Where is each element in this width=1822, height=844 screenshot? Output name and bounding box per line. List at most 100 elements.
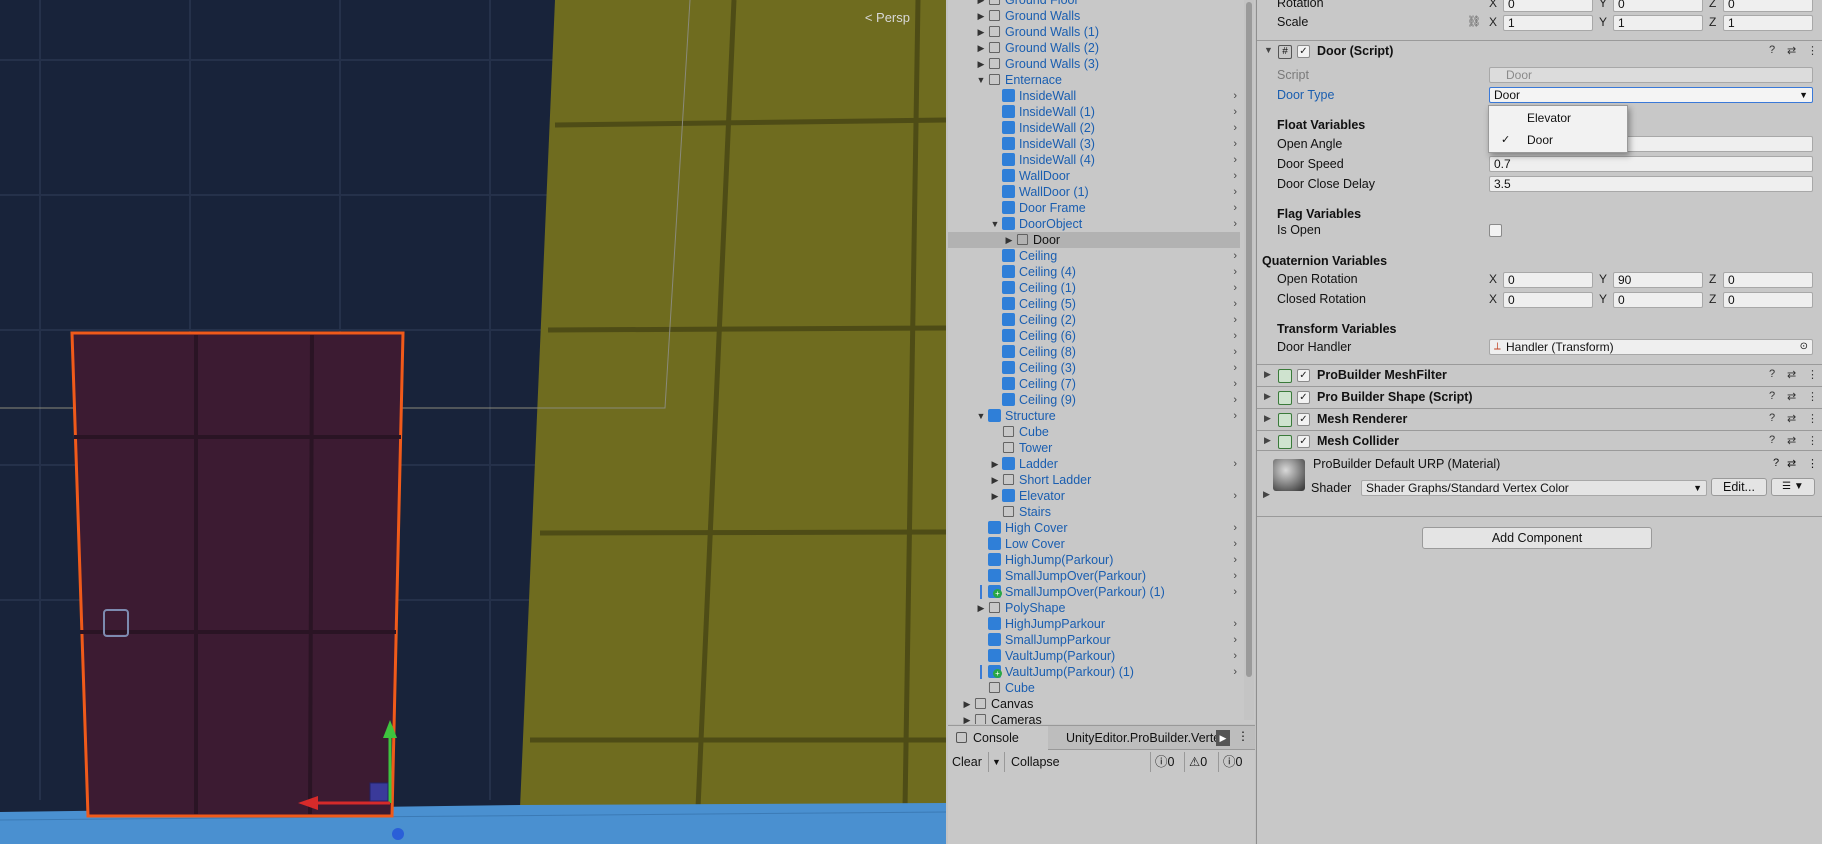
hierarchy-item[interactable]: ▶ Door — [948, 232, 1240, 248]
tab-probuilder-vertex[interactable]: UnityEditor.ProBuilder.Verte — [1058, 726, 1228, 750]
hierarchy-item[interactable]: ▶ Ladder › — [948, 456, 1240, 472]
component-enabled-checkbox[interactable]: ✓ — [1297, 435, 1310, 448]
foldout-expanded-icon[interactable]: ▼ — [976, 72, 986, 88]
hierarchy-item[interactable]: ▶ Ground Floor — [948, 0, 1240, 8]
collapse-button[interactable]: Collapse — [1004, 752, 1060, 772]
clear-button[interactable]: Clear — [952, 752, 982, 772]
hierarchy-item[interactable]: Tower — [948, 440, 1240, 456]
presets-icon[interactable]: ⇄ — [1787, 434, 1796, 447]
open-prefab-chevron-icon[interactable]: › — [1233, 168, 1237, 184]
hierarchy-item[interactable]: ▶ Short Ladder — [948, 472, 1240, 488]
hierarchy-item[interactable]: + SmallJumpOver(Parkour) (1) › — [948, 584, 1240, 600]
door-script-header[interactable]: ▼ # ✓ Door (Script) ? ⇄ ⋮ — [1257, 40, 1822, 62]
warning-count-badge[interactable]: ⚠0 — [1184, 752, 1207, 772]
foldout-collapsed-icon[interactable]: ▶ — [976, 56, 986, 72]
component-menu-icon[interactable]: ⋮ — [1807, 390, 1818, 403]
expand-triangle-icon[interactable]: ▼ — [1264, 45, 1273, 55]
hierarchy-item[interactable]: ▶ Cameras — [948, 712, 1240, 724]
is-open-checkbox[interactable] — [1489, 224, 1502, 237]
hierarchy-item[interactable]: Ceiling (5) › — [948, 296, 1240, 312]
constrain-proportions-icon[interactable]: ⛓ — [1467, 15, 1481, 28]
hierarchy-item[interactable]: Ceiling › — [948, 248, 1240, 264]
hierarchy-item[interactable]: ▶ Ground Walls (1) — [948, 24, 1240, 40]
component-menu-icon[interactable]: ⋮ — [1807, 434, 1818, 447]
hierarchy-item[interactable]: ▼ Enternace — [948, 72, 1240, 88]
error-count-badge[interactable]: ⓘ0 — [1218, 752, 1242, 772]
hierarchy-item[interactable]: InsideWall (1) › — [948, 104, 1240, 120]
shader-options-button[interactable]: ☰ ▼ — [1771, 478, 1815, 496]
component-header[interactable]: ▶ ✓ Pro Builder Shape (Script)? ⇄ ⋮ — [1257, 386, 1822, 408]
hierarchy-item[interactable]: ▼ DoorObject › — [948, 216, 1240, 232]
log-count-badge[interactable]: ⓘ0 — [1150, 752, 1174, 772]
hierarchy-item[interactable]: VaultJump(Parkour) › — [948, 648, 1240, 664]
foldout-collapsed-icon[interactable]: ▶ — [962, 712, 972, 724]
rotation-y-field[interactable]: 0 — [1613, 0, 1703, 12]
foldout-collapsed-icon[interactable]: ▶ — [1264, 391, 1271, 402]
open-prefab-chevron-icon[interactable]: › — [1233, 104, 1237, 120]
foldout-collapsed-icon[interactable]: ▶ — [1264, 369, 1271, 380]
presets-icon[interactable]: ⇄ — [1787, 390, 1796, 403]
open-prefab-chevron-icon[interactable]: › — [1233, 536, 1237, 552]
open-prefab-chevron-icon[interactable]: › — [1233, 312, 1237, 328]
hierarchy-item[interactable]: Ceiling (2) › — [948, 312, 1240, 328]
scrollbar-thumb[interactable] — [1246, 2, 1252, 677]
hierarchy-item[interactable]: ▶ Elevator › — [948, 488, 1240, 504]
open-rotation-z-field[interactable]: 0 — [1723, 272, 1813, 288]
hierarchy-item[interactable]: Low Cover › — [948, 536, 1240, 552]
open-prefab-chevron-icon[interactable]: › — [1233, 136, 1237, 152]
hierarchy-item[interactable]: InsideWall › — [948, 88, 1240, 104]
hierarchy-scrollbar[interactable] — [1244, 0, 1254, 720]
hierarchy-item[interactable]: InsideWall (3) › — [948, 136, 1240, 152]
presets-icon[interactable]: ⇄ — [1787, 457, 1796, 470]
hierarchy-item[interactable]: Ceiling (8) › — [948, 344, 1240, 360]
hierarchy-item[interactable]: ▶ Ground Walls (3) — [948, 56, 1240, 72]
closed-rotation-z-field[interactable]: 0 — [1723, 292, 1813, 308]
help-icon[interactable]: ? — [1769, 412, 1775, 424]
foldout-collapsed-icon[interactable]: ▶ — [976, 600, 986, 616]
open-prefab-chevron-icon[interactable]: › — [1233, 408, 1237, 424]
help-icon[interactable]: ? — [1769, 390, 1775, 402]
open-prefab-chevron-icon[interactable]: › — [1233, 280, 1237, 296]
open-prefab-chevron-icon[interactable]: › — [1233, 296, 1237, 312]
foldout-collapsed-icon[interactable]: ▶ — [976, 0, 986, 8]
component-enabled-checkbox[interactable]: ✓ — [1297, 391, 1310, 404]
open-prefab-chevron-icon[interactable]: › — [1233, 664, 1237, 680]
door-type-option[interactable]: ✓ Door — [1489, 130, 1627, 150]
hierarchy-item[interactable]: InsideWall (2) › — [948, 120, 1240, 136]
component-enabled-checkbox[interactable]: ✓ — [1297, 413, 1310, 426]
closed-rotation-y-field[interactable]: 0 — [1613, 292, 1703, 308]
hierarchy-item[interactable]: + VaultJump(Parkour) (1) › — [948, 664, 1240, 680]
shader-dropdown[interactable]: Shader Graphs/Standard Vertex Color ▼ — [1361, 480, 1707, 496]
hierarchy-item[interactable]: Ceiling (6) › — [948, 328, 1240, 344]
open-prefab-chevron-icon[interactable]: › — [1233, 552, 1237, 568]
hierarchy-item[interactable]: Ceiling (7) › — [948, 376, 1240, 392]
hierarchy-item[interactable]: ▶ Ground Walls — [948, 8, 1240, 24]
door-type-dropdown[interactable]: Door ▼ — [1489, 87, 1813, 103]
hierarchy-item[interactable]: InsideWall (4) › — [948, 152, 1240, 168]
hierarchy-item[interactable]: ▶ Canvas — [948, 696, 1240, 712]
hierarchy-item[interactable]: High Cover › — [948, 520, 1240, 536]
clear-dropdown-icon[interactable]: ▼ — [988, 752, 1001, 772]
scale-x-field[interactable]: 1 — [1503, 15, 1593, 31]
component-menu-icon[interactable]: ⋮ — [1807, 412, 1818, 425]
open-prefab-chevron-icon[interactable]: › — [1233, 520, 1237, 536]
presets-icon[interactable]: ⇄ — [1787, 44, 1796, 57]
open-prefab-chevron-icon[interactable]: › — [1233, 568, 1237, 584]
hierarchy-item[interactable]: HighJumpParkour › — [948, 616, 1240, 632]
hierarchy-item[interactable]: ▶ Ground Walls (2) — [948, 40, 1240, 56]
open-prefab-chevron-icon[interactable]: › — [1233, 184, 1237, 200]
component-menu-icon[interactable]: ⋮ — [1807, 457, 1818, 470]
component-menu-icon[interactable]: ⋮ — [1807, 368, 1818, 381]
hierarchy-item[interactable]: ▼ Structure › — [948, 408, 1240, 424]
foldout-collapsed-icon[interactable]: ▶ — [976, 8, 986, 24]
hierarchy-item[interactable]: ▶ PolyShape — [948, 600, 1240, 616]
open-prefab-chevron-icon[interactable]: › — [1233, 152, 1237, 168]
door-handler-field[interactable]: ⟂ Handler (Transform) ⊙ — [1489, 339, 1813, 355]
rotation-x-field[interactable]: 0 — [1503, 0, 1593, 12]
hierarchy-item[interactable]: SmallJumpOver(Parkour) › — [948, 568, 1240, 584]
hierarchy-item[interactable]: Ceiling (9) › — [948, 392, 1240, 408]
open-prefab-chevron-icon[interactable]: › — [1233, 200, 1237, 216]
door-type-popup[interactable]: Elevator ✓ Door — [1488, 105, 1628, 153]
presets-icon[interactable]: ⇄ — [1787, 412, 1796, 425]
help-icon[interactable]: ? — [1773, 457, 1779, 469]
